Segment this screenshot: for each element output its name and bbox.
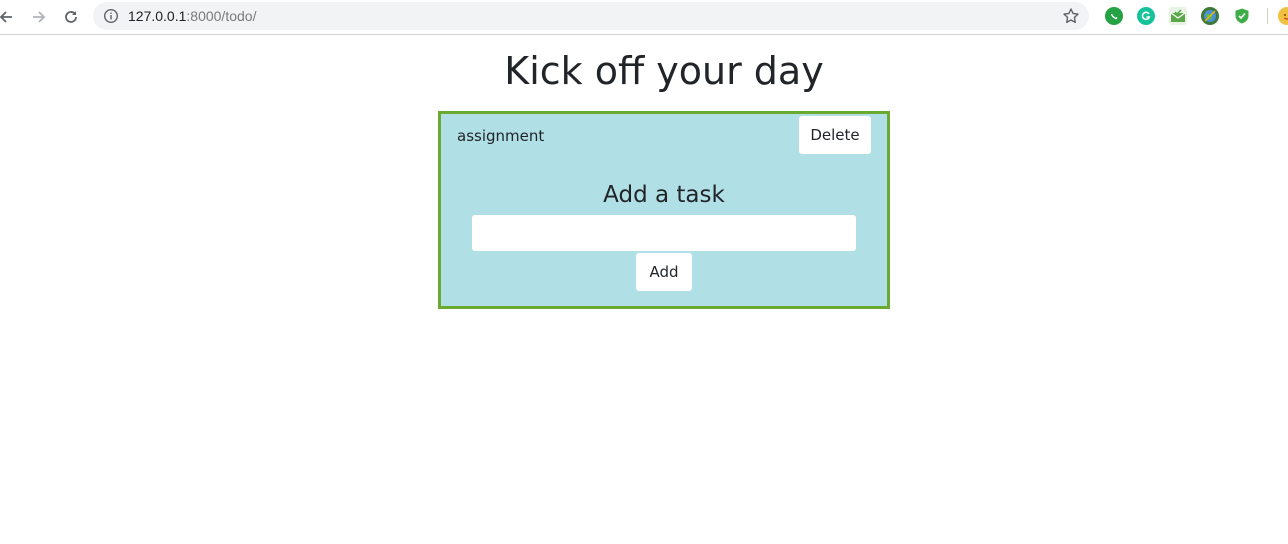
page-title: Kick off your day bbox=[504, 49, 824, 93]
url-path: :8000/todo/ bbox=[186, 8, 257, 24]
globe-extension-icon[interactable] bbox=[1201, 7, 1219, 25]
whatsapp-extension-icon[interactable] bbox=[1105, 7, 1123, 25]
back-arrow-icon[interactable] bbox=[0, 5, 18, 29]
task-name: assignment bbox=[457, 127, 545, 145]
add-button[interactable]: Add bbox=[636, 253, 692, 291]
shield-extension-icon[interactable] bbox=[1233, 7, 1251, 25]
avatar-extension-icon[interactable] bbox=[1278, 7, 1288, 25]
todo-card: assignment Delete Add a task Add bbox=[438, 111, 890, 309]
task-input[interactable] bbox=[472, 215, 856, 251]
mail-extension-icon[interactable] bbox=[1169, 7, 1187, 25]
info-icon[interactable] bbox=[103, 8, 119, 24]
address-bar[interactable]: 127.0.0.1:8000/todo/ bbox=[93, 2, 1089, 30]
bookmark-star-icon[interactable] bbox=[1062, 7, 1080, 25]
toolbar-divider bbox=[1267, 8, 1268, 24]
url-host: 127.0.0.1 bbox=[128, 8, 187, 24]
task-row: assignment Delete bbox=[441, 114, 887, 158]
add-task-heading: Add a task bbox=[603, 182, 725, 208]
forward-arrow-icon[interactable] bbox=[27, 5, 51, 29]
browser-toolbar: 127.0.0.1:8000/todo/ bbox=[0, 0, 1288, 35]
url-text[interactable]: 127.0.0.1:8000/todo/ bbox=[128, 8, 256, 24]
delete-button[interactable]: Delete bbox=[799, 116, 871, 154]
grammarly-extension-icon[interactable] bbox=[1137, 7, 1155, 25]
reload-icon[interactable] bbox=[59, 5, 83, 29]
